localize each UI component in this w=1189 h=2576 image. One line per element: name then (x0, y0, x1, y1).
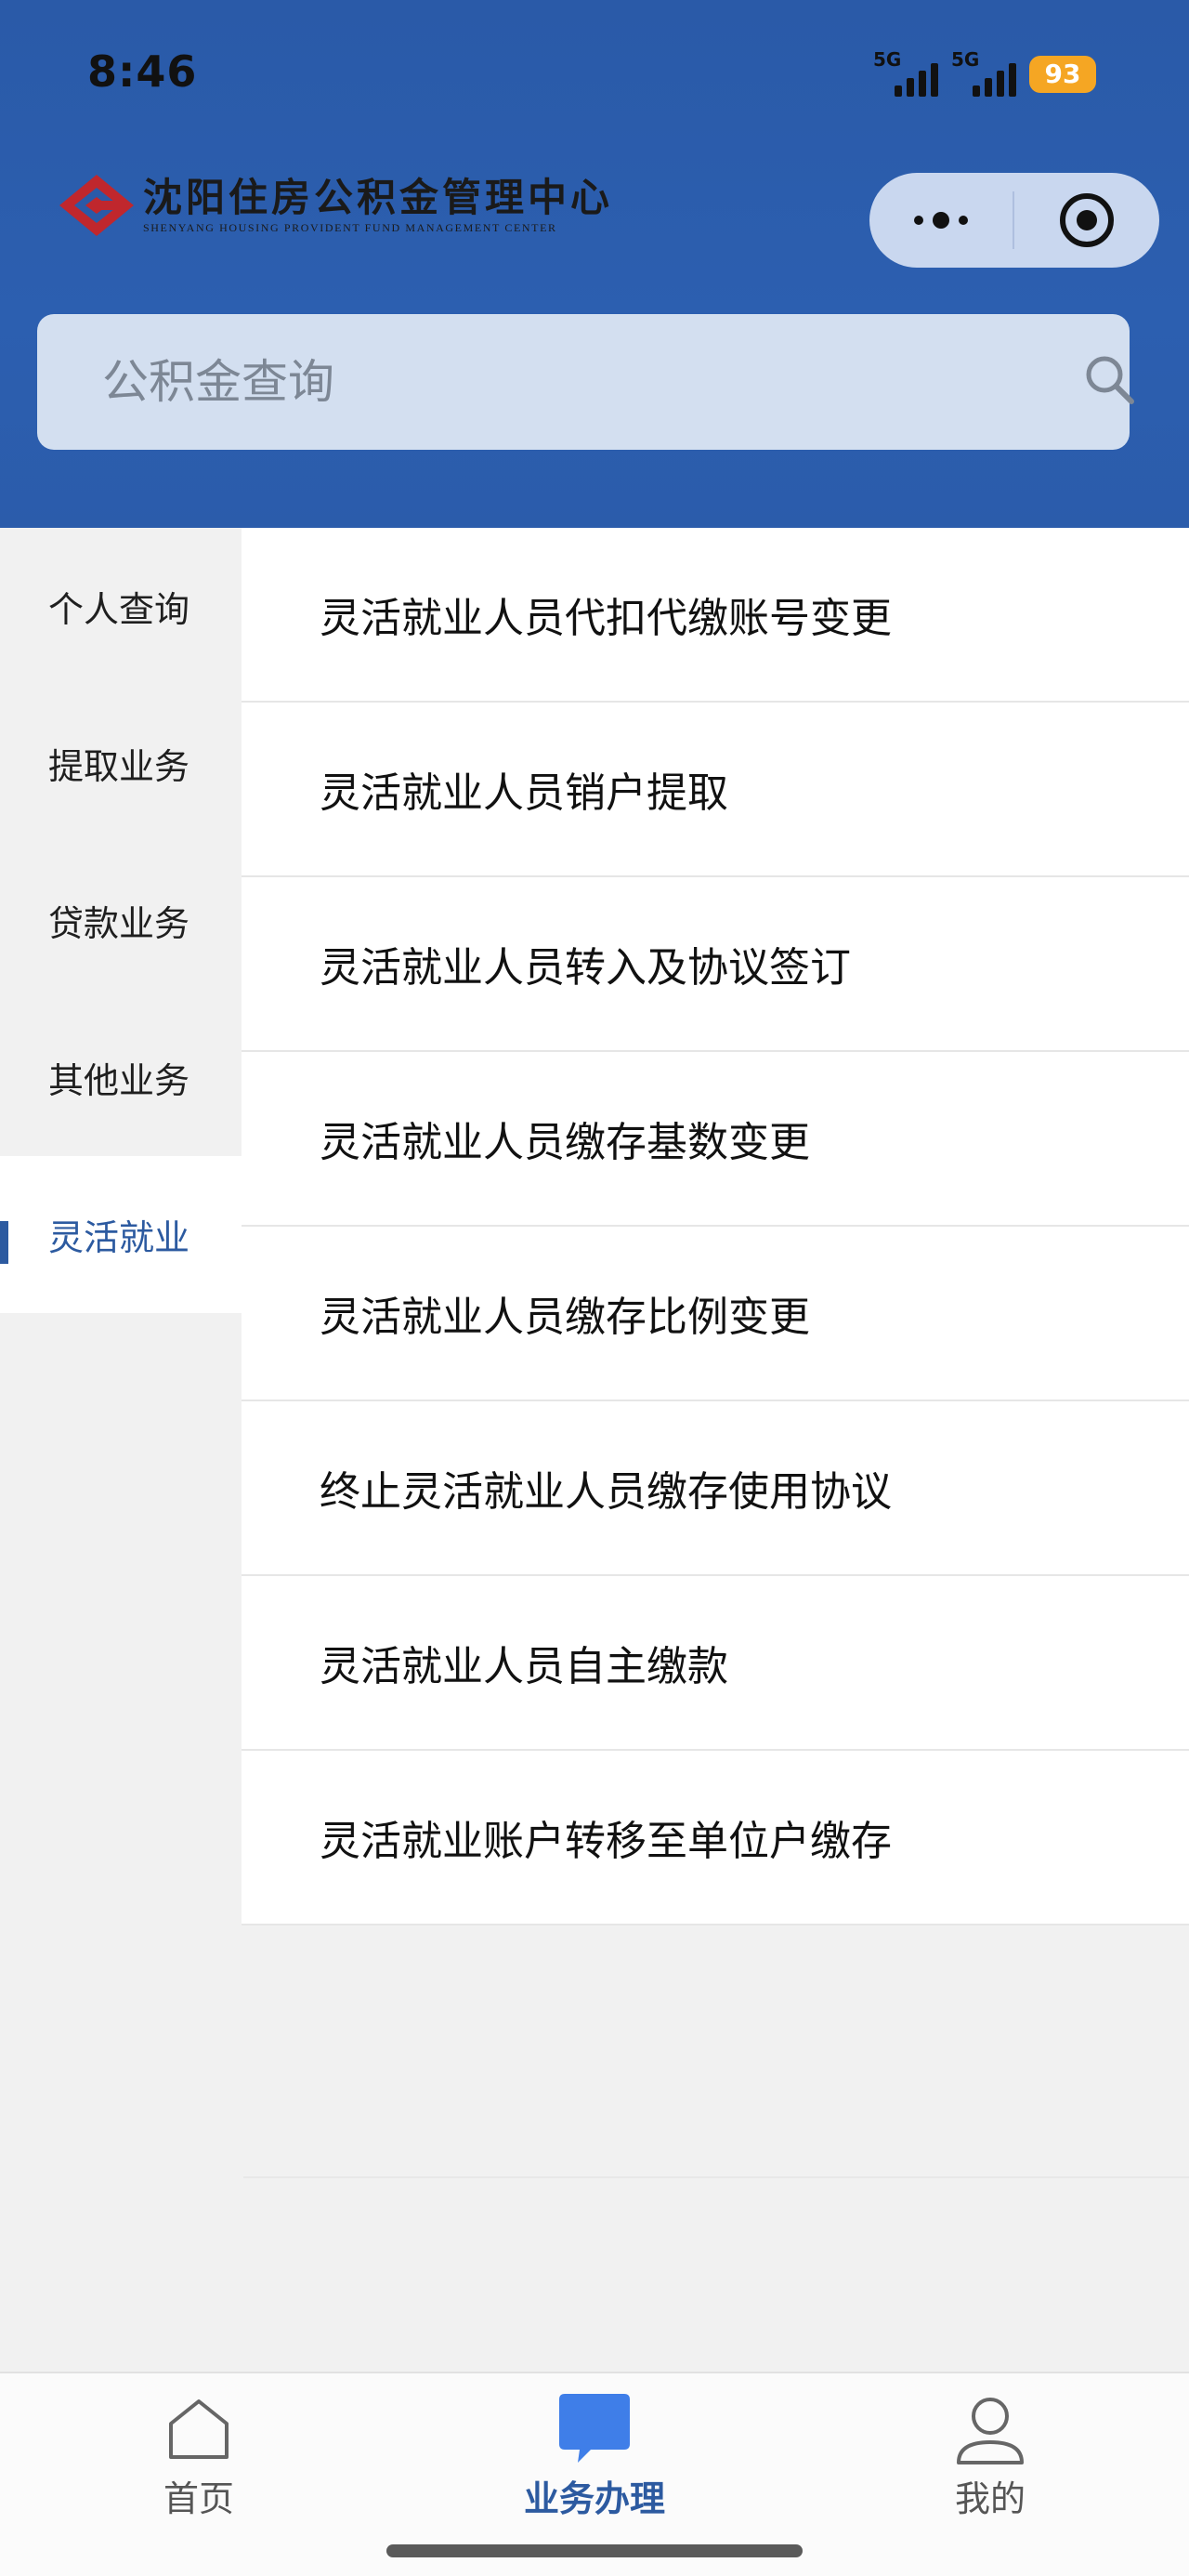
list-item[interactable]: 灵活就业人员代扣代缴账号变更 (242, 528, 1189, 703)
logo: 沈阳住房公积金管理中心 SHENYANG HOUSING PROVIDENT F… (58, 173, 613, 238)
sidebar-item-loan[interactable]: 贷款业务 (0, 842, 242, 999)
battery-indicator: 93 (1029, 56, 1096, 93)
sidebar-item-other[interactable]: 其他业务 (0, 999, 242, 1156)
logo-emblem-icon (59, 175, 134, 236)
divider (243, 2176, 1189, 2178)
cellular-signal-icon: 5G (951, 48, 1016, 97)
user-icon (957, 2398, 1024, 2464)
search-bar[interactable] (37, 314, 1134, 450)
list-item[interactable]: 灵活就业人员销户提取 (242, 703, 1189, 877)
tab-mine[interactable]: 我的 (851, 2392, 1130, 2521)
search-icon[interactable] (1081, 351, 1137, 407)
status-indicators: 5G 5G 93 (873, 48, 1096, 97)
list-item[interactable]: 灵活就业人员缴存比例变更 (242, 1227, 1189, 1401)
header: 8:46 5G 5G 93 沈阳住房公积金管理中心 SHENYANG HOUSI… (0, 0, 1189, 528)
tab-business[interactable]: 业务办理 (455, 2392, 734, 2521)
target-icon (1060, 193, 1114, 247)
mini-program-capsule (869, 173, 1159, 268)
list-item[interactable]: 灵活就业人员缴存基数变更 (242, 1052, 1189, 1227)
list-item[interactable]: 灵活就业账户转移至单位户缴存 (242, 1751, 1189, 1925)
sidebar-item-flexible-employment[interactable]: 灵活就业 (0, 1156, 242, 1313)
service-list: 灵活就业人员代扣代缴账号变更 灵活就业人员销户提取 灵活就业人员转入及协议签订 … (242, 528, 1189, 1925)
list-item[interactable]: 灵活就业人员转入及协议签订 (242, 877, 1189, 1052)
logo-subtitle: SHENYANG HOUSING PROVIDENT FUND MANAGEME… (143, 220, 557, 234)
tab-label: 首页 (163, 2478, 234, 2519)
tab-label: 我的 (954, 2478, 1026, 2519)
category-sidebar: 个人查询 提取业务 贷款业务 其他业务 灵活就业 (0, 528, 242, 2372)
sidebar-item-withdrawal[interactable]: 提取业务 (0, 685, 242, 842)
list-item[interactable]: 终止灵活就业人员缴存使用协议 (242, 1401, 1189, 1576)
tab-home[interactable]: 首页 (59, 2392, 338, 2521)
home-indicator (386, 2544, 803, 2557)
sidebar-item-personal-query[interactable]: 个人查询 (0, 528, 242, 685)
status-time: 8:46 (87, 46, 198, 97)
list-item[interactable]: 灵活就业人员自主缴款 (242, 1576, 1189, 1751)
cellular-signal-icon: 5G (873, 48, 938, 97)
home-icon (169, 2399, 229, 2459)
chat-bubble-icon (559, 2394, 630, 2463)
search-input[interactable] (102, 314, 1013, 450)
tab-label: 业务办理 (523, 2478, 665, 2519)
close-mini-program-button[interactable] (1014, 173, 1159, 268)
logo-title: 沈阳住房公积金管理中心 (143, 174, 614, 220)
more-options-button[interactable] (869, 173, 1013, 268)
